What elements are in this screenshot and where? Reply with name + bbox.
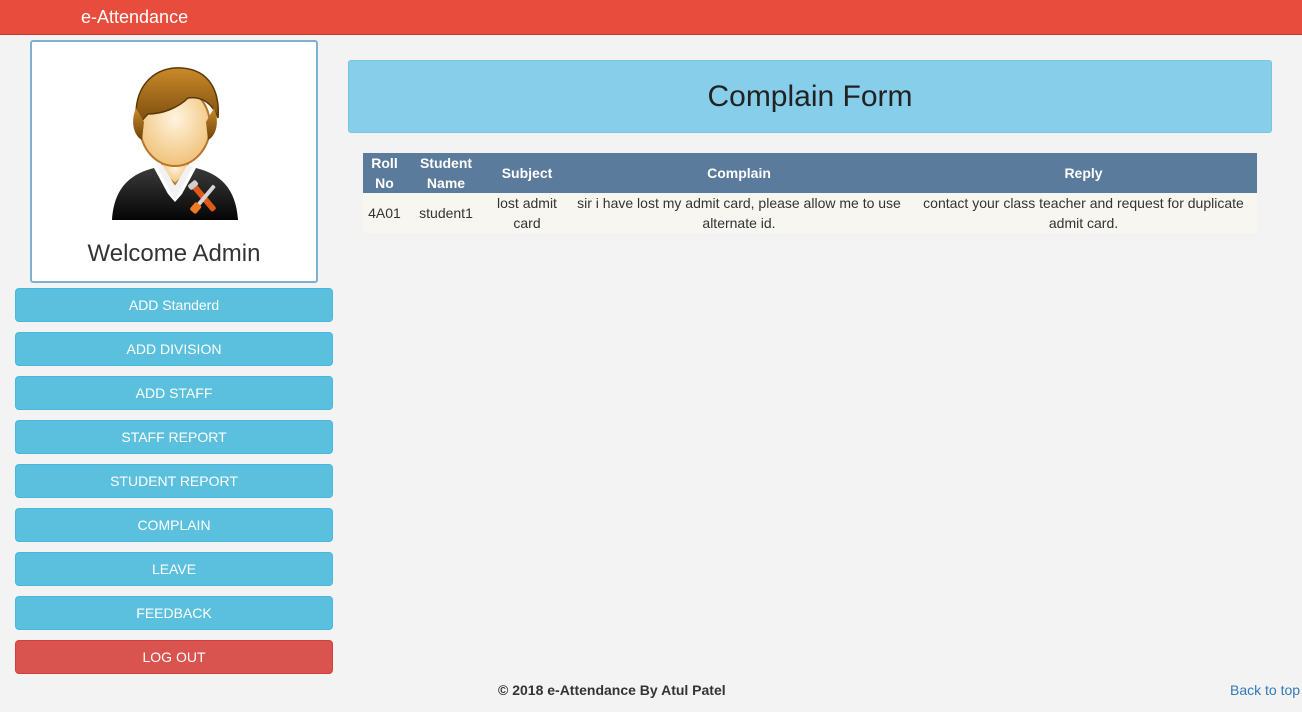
cell-subject: lost admit card xyxy=(486,193,568,233)
leave-button[interactable]: LEAVE xyxy=(15,552,333,586)
col-header-complain: Complain xyxy=(568,153,910,193)
col-header-student-name: Student Name xyxy=(406,153,486,193)
complain-table: Roll No Student Name Subject Complain Re… xyxy=(363,153,1257,233)
page-title-panel: Complain Form xyxy=(348,60,1272,133)
complain-button[interactable]: COMPLAIN xyxy=(15,508,333,542)
col-header-subject: Subject xyxy=(486,153,568,193)
add-standard-button[interactable]: ADD Standerd xyxy=(15,288,333,322)
cell-complain: sir i have lost my admit card, please al… xyxy=(568,193,910,233)
cell-roll-no: 4A01 xyxy=(363,193,406,233)
profile-card: Welcome Admin xyxy=(30,40,318,283)
logout-button[interactable]: LOG OUT xyxy=(15,640,333,674)
cell-reply: contact your class teacher and request f… xyxy=(910,193,1257,233)
welcome-text: Welcome Admin xyxy=(87,240,261,267)
add-division-button[interactable]: ADD DIVISION xyxy=(15,332,333,366)
sidebar-nav: ADD Standerd ADD DIVISION ADD STAFF STAF… xyxy=(15,288,333,684)
feedback-button[interactable]: FEEDBACK xyxy=(15,596,333,630)
col-header-roll-no: Roll No xyxy=(363,153,406,193)
staff-report-button[interactable]: STAFF REPORT xyxy=(15,420,333,454)
top-navbar: e-Attendance xyxy=(0,0,1302,35)
student-report-button[interactable]: STUDENT REPORT xyxy=(15,464,333,498)
table-row: 4A01 student1 lost admit card sir i have… xyxy=(363,193,1257,233)
add-staff-button[interactable]: ADD STAFF xyxy=(15,376,333,410)
admin-user-icon xyxy=(112,67,238,220)
back-to-top-link[interactable]: Back to top xyxy=(1230,682,1300,698)
page-title: Complain Form xyxy=(707,80,913,113)
table-header-row: Roll No Student Name Subject Complain Re… xyxy=(363,153,1257,193)
cell-student-name: student1 xyxy=(406,193,486,233)
col-header-reply: Reply xyxy=(910,153,1257,193)
footer-copyright: © 2018 e-Attendance By Atul Patel xyxy=(498,682,726,698)
brand-link[interactable]: e-Attendance xyxy=(81,7,188,28)
